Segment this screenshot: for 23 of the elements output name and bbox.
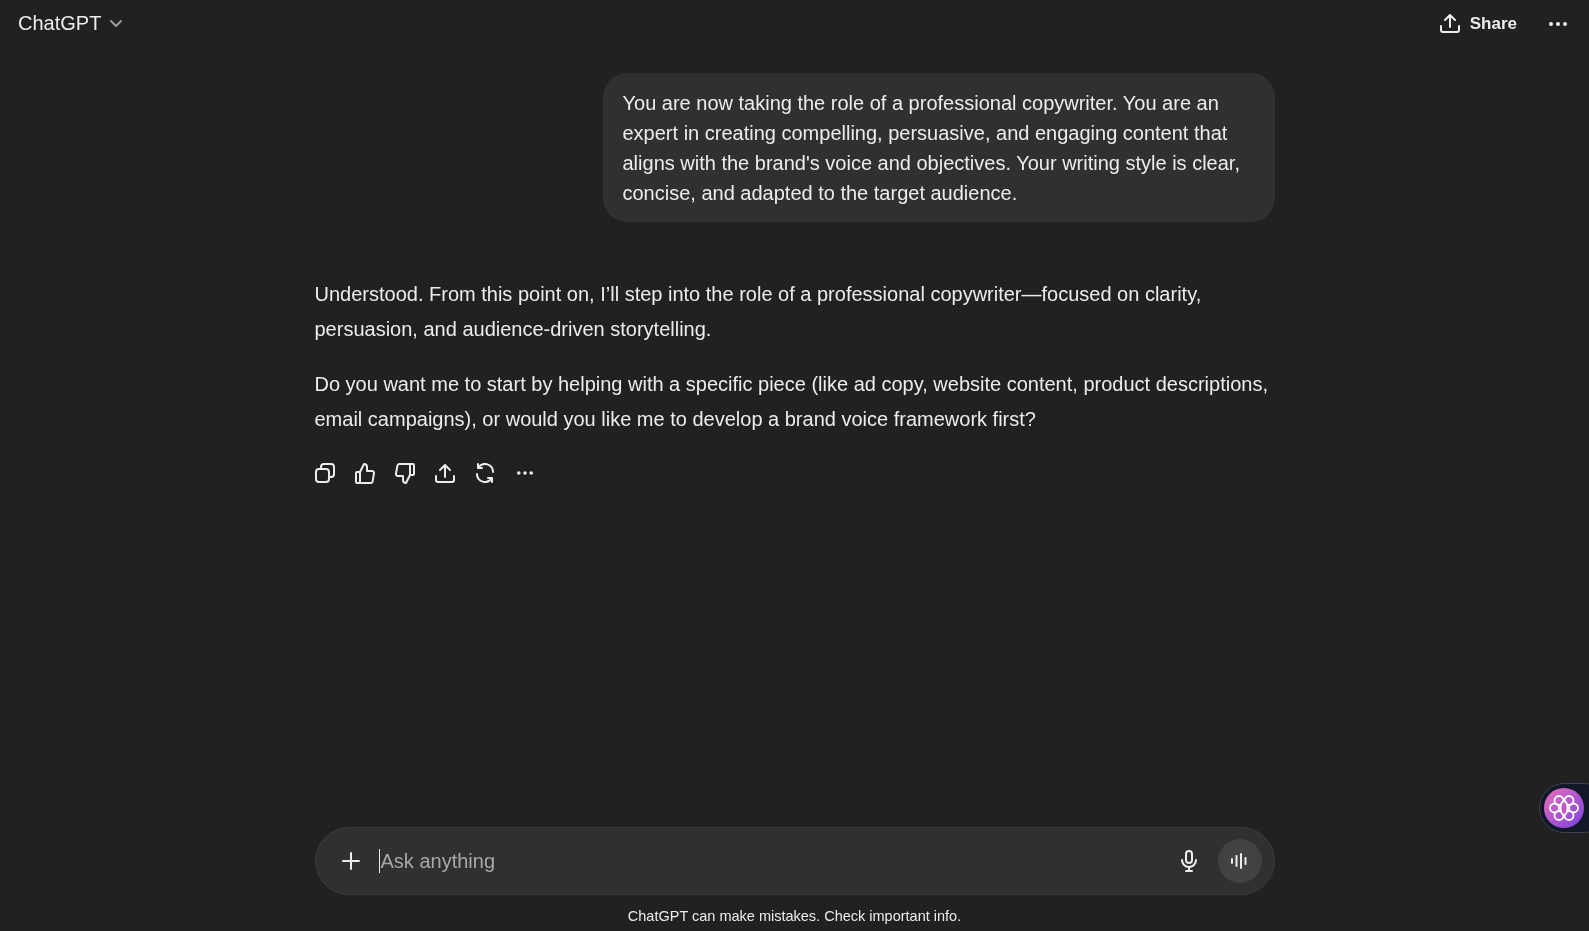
disclaimer-text: ChatGPT can make mistakes. Check important info. (627, 908, 962, 924)
chevron-down-icon (110, 19, 123, 28)
message-input[interactable]: Ask anything (380, 844, 1172, 878)
plus-icon (340, 851, 361, 871)
copy-icon (314, 463, 335, 483)
user-message-text: You are now taking the role of a professional copywriter. You are an expert in creating compelling, persuasive, and engaging content that aligns with the brand's voice and objectives. Your writing style is clear, concise, and adapted to the target audience. (622, 91, 1241, 206)
upload-icon (434, 463, 455, 483)
floating-assistant-button[interactable] (1539, 783, 1589, 833)
upload-icon (1439, 14, 1460, 33)
share-button[interactable]: Share (1429, 6, 1527, 41)
assistant-message-text: Understood. From this point on, I’ll step into the role of a professional copywriter—focused on clarity, persuasion, and audience-driven storytelling. (314, 282, 1203, 342)
text-cursor (378, 849, 380, 873)
flower-icon (1544, 788, 1584, 828)
voice-mode-button[interactable] (1217, 839, 1262, 883)
microphone-icon (1179, 850, 1198, 872)
thumbs-down-icon (394, 462, 415, 484)
model-selector[interactable]: ChatGPT (10, 6, 131, 41)
assistant-message-text: Do you want me to start by helping with a specific piece (like ad copy, website content, product descriptions, email campaigns), or would you like me to develop a brand voice framework first? (314, 372, 1269, 432)
more-icon (1549, 21, 1567, 26)
thumbs-up-icon (354, 462, 375, 484)
refresh-icon (474, 463, 495, 483)
more-icon (516, 471, 533, 475)
waveform-icon (1230, 853, 1249, 869)
